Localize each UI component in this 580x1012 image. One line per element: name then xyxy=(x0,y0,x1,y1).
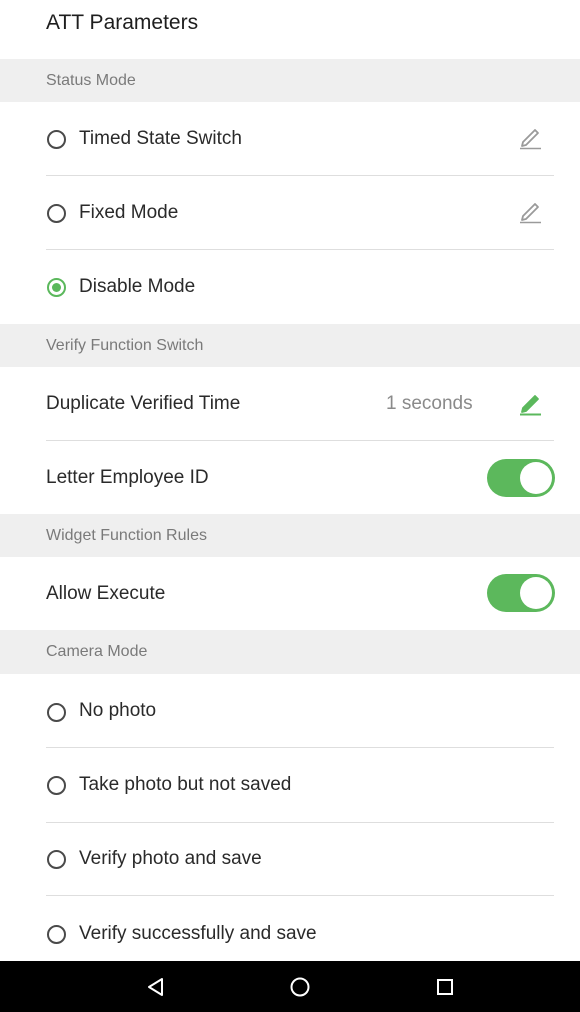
option-label: Take photo but not saved xyxy=(79,774,292,795)
setting-label: Allow Execute xyxy=(46,582,166,604)
option-label: Fixed Mode xyxy=(79,202,179,223)
section-header-verify-function: Verify Function Switch xyxy=(0,324,580,367)
section-header-widget-rules: Widget Function Rules xyxy=(0,514,580,557)
radio-checked-icon[interactable] xyxy=(47,278,66,297)
option-verify-success-save[interactable]: Verify successfully and save xyxy=(0,896,580,961)
home-button[interactable] xyxy=(270,961,330,1012)
page-title: ATT Parameters xyxy=(46,11,199,34)
option-disable-mode[interactable]: Disable Mode xyxy=(0,250,580,324)
option-verify-photo-save[interactable]: Verify photo and save xyxy=(0,822,580,896)
setting-value: 1 seconds xyxy=(386,393,473,414)
option-label: Disable Mode xyxy=(79,276,196,297)
section-label: Status Mode xyxy=(46,71,136,89)
option-label: Verify successfully and save xyxy=(79,922,317,944)
toggle-knob xyxy=(520,577,552,609)
section-label: Widget Function Rules xyxy=(46,526,207,544)
letter-employee-id-toggle[interactable] xyxy=(487,459,555,497)
back-triangle-icon xyxy=(148,977,163,996)
option-take-photo-not-saved[interactable]: Take photo but not saved xyxy=(0,748,580,823)
toggle-knob xyxy=(520,462,552,494)
option-label: Verify photo and save xyxy=(79,848,262,869)
recents-square-icon xyxy=(437,978,453,995)
radio-unchecked-icon[interactable] xyxy=(47,204,66,223)
radio-unchecked-icon[interactable] xyxy=(47,925,66,944)
section-label: Verify Function Switch xyxy=(46,336,204,354)
setting-label: Letter Employee ID xyxy=(46,466,209,488)
setting-duplicate-verified-time[interactable]: Duplicate Verified Time 1 seconds xyxy=(0,367,580,441)
radio-unchecked-icon[interactable] xyxy=(47,130,66,149)
pencil-icon[interactable] xyxy=(517,124,543,150)
option-label: Timed State Switch xyxy=(79,128,242,149)
setting-allow-execute[interactable]: Allow Execute xyxy=(0,557,580,630)
section-label: Camera Mode xyxy=(46,643,148,660)
section-header-camera-mode: Camera Mode xyxy=(0,630,580,674)
recents-button[interactable] xyxy=(415,961,475,1012)
radio-unchecked-icon[interactable] xyxy=(47,850,66,869)
setting-label: Duplicate Verified Time xyxy=(46,393,241,414)
section-header-status-mode: Status Mode xyxy=(0,59,580,102)
allow-execute-toggle[interactable] xyxy=(487,574,555,612)
option-no-photo[interactable]: No photo xyxy=(0,674,580,748)
option-fixed-mode[interactable]: Fixed Mode xyxy=(0,176,580,250)
radio-unchecked-icon[interactable] xyxy=(47,776,66,795)
back-button[interactable] xyxy=(126,961,186,1012)
setting-letter-employee-id[interactable]: Letter Employee ID xyxy=(0,441,580,514)
radio-unchecked-icon[interactable] xyxy=(47,703,66,722)
navigation-bar xyxy=(0,961,580,1012)
pencil-icon[interactable] xyxy=(517,198,543,224)
option-label: No photo xyxy=(79,700,157,721)
pencil-icon[interactable] xyxy=(517,390,543,416)
home-circle-icon xyxy=(290,977,310,996)
option-timed-state-switch[interactable]: Timed State Switch xyxy=(0,102,580,176)
